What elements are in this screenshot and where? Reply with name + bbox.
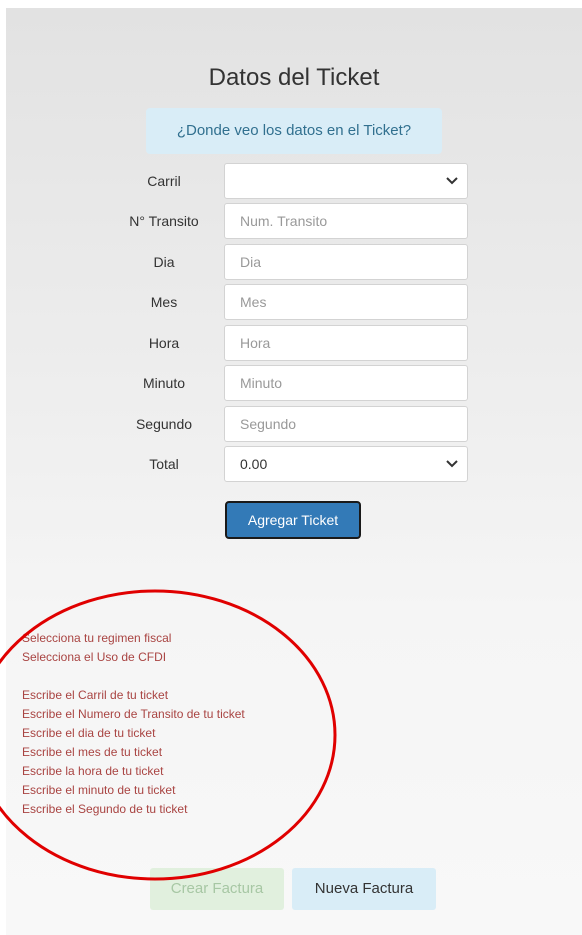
hora-placeholder: Hora <box>240 335 271 351</box>
page-title: Datos del Ticket <box>208 64 380 91</box>
total-row: Total 0.00 <box>6 446 582 482</box>
segundo-placeholder: Segundo <box>240 416 297 432</box>
hora-row: Hora Hora <box>6 325 582 361</box>
add-ticket-button[interactable]: Agregar Ticket <box>225 501 361 539</box>
total-label: Total <box>149 456 179 472</box>
transito-label: N° Transito <box>129 213 199 229</box>
mes-label: Mes <box>150 294 178 310</box>
dia-placeholder: Dia <box>240 254 262 270</box>
chevron-down-icon <box>446 177 458 185</box>
transito-input[interactable]: Num. Transito <box>224 203 468 239</box>
carril-label: Carril <box>147 173 181 189</box>
segundo-input[interactable]: Segundo <box>224 406 468 442</box>
dia-input[interactable]: Dia <box>224 244 468 280</box>
total-value: 0.00 <box>240 456 268 472</box>
segundo-label: Segundo <box>135 416 193 432</box>
hora-input[interactable]: Hora <box>224 325 468 361</box>
total-select[interactable]: 0.00 <box>224 446 468 482</box>
minuto-label: Minuto <box>142 375 186 391</box>
hora-label: Hora <box>148 335 180 351</box>
minuto-input[interactable]: Minuto <box>224 365 468 401</box>
minuto-row: Minuto Minuto <box>6 365 582 401</box>
dia-label: Dia <box>153 254 175 270</box>
help-ticket-data-button[interactable]: ¿Donde veo los datos en el Ticket? <box>146 108 442 154</box>
dia-row: Dia Dia <box>6 244 582 280</box>
mes-row: Mes Mes <box>6 284 582 320</box>
segundo-row: Segundo Segundo <box>6 406 582 442</box>
carril-row: Carril <box>6 163 582 199</box>
annotation-ellipse <box>0 589 337 881</box>
mes-placeholder: Mes <box>240 294 267 310</box>
mes-input[interactable]: Mes <box>224 284 468 320</box>
transito-placeholder: Num. Transito <box>240 213 328 229</box>
transito-row: N° Transito Num. Transito <box>6 203 582 239</box>
chevron-down-icon <box>446 460 458 468</box>
minuto-placeholder: Minuto <box>240 375 283 391</box>
carril-select[interactable] <box>224 163 468 199</box>
